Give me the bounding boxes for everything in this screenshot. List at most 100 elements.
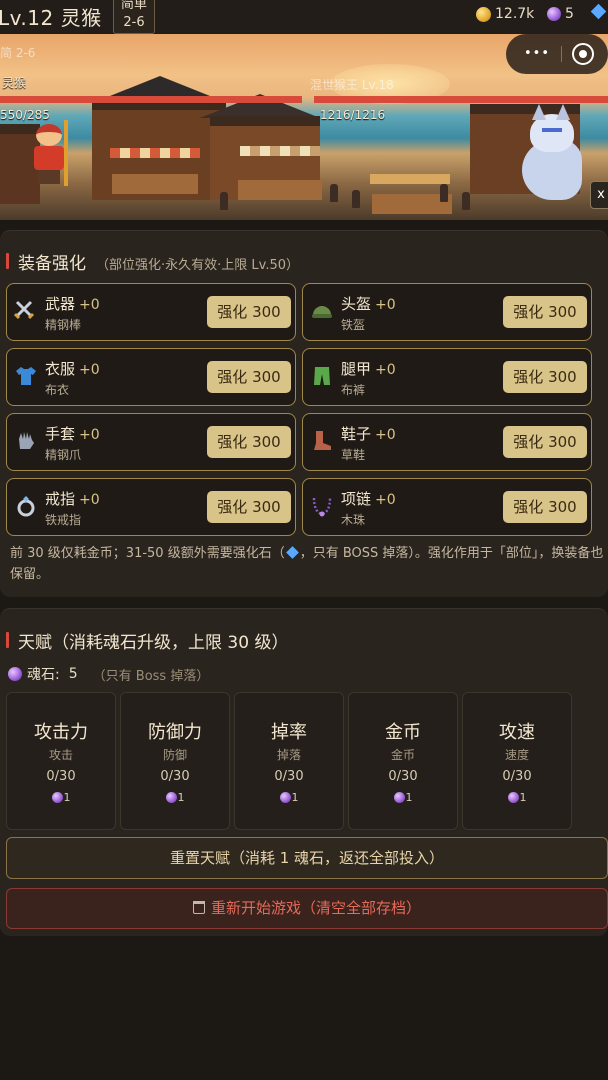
- equip-item-name: 草鞋: [341, 448, 366, 462]
- upgrade-necklace-button[interactable]: 强化 300: [503, 491, 587, 523]
- equip-slot-necklace: 项链 +0 木珠 强化 300: [302, 478, 592, 536]
- equip-slot-level: +0: [79, 362, 100, 378]
- soul-stone-hint: （只有 Boss 掉落）: [92, 668, 210, 684]
- sword-icon: [13, 298, 39, 324]
- equip-slot-name: 武器: [45, 295, 76, 313]
- upgrade-ring-button[interactable]: 强化 300: [207, 491, 291, 523]
- equip-slot-name: 衣服: [45, 360, 76, 378]
- stage-tag: 简 2-6: [0, 46, 36, 60]
- wolf-ear: [556, 104, 570, 120]
- upgrade-helmet-button[interactable]: 强化 300: [503, 296, 587, 328]
- equip-name-row: 腿甲 +0: [341, 358, 396, 379]
- talent-card-attack[interactable]: 攻击力 攻击 0/30 1: [6, 692, 116, 830]
- stage-label: 2-6: [123, 15, 145, 30]
- pants-icon: [309, 363, 335, 389]
- note-text-part1: 前 30 级仅耗金币；31-50 级额外需要强化石（: [10, 546, 285, 561]
- equip-slot-level: +0: [79, 492, 100, 508]
- upgrade-legs-button[interactable]: 强化 300: [503, 361, 587, 393]
- equipment-title-row: 装备强化 （部位强化·永久有效·上限 Lv.50）: [6, 249, 299, 274]
- talent-cost-value: 1: [405, 791, 413, 804]
- talent-card-defense[interactable]: 防御力 防御 0/30 1: [120, 692, 230, 830]
- difficulty-label: 简单: [120, 0, 147, 12]
- soul-stone-icon: [8, 667, 22, 681]
- equipment-title: 装备强化: [18, 254, 86, 274]
- stall-awning: [110, 148, 200, 158]
- upgrade-gloves-button[interactable]: 强化 300: [207, 426, 291, 458]
- upgrade-weapon-button[interactable]: 强化 300: [207, 296, 291, 328]
- restart-game-label: 重新开始游戏（清空全部存档）: [210, 899, 421, 917]
- equip-slot-level: +0: [375, 297, 396, 313]
- player-hp-bar: [0, 96, 302, 103]
- villager: [462, 192, 470, 210]
- talent-cost-value: 1: [63, 791, 71, 804]
- equip-slot-level: +0: [375, 427, 396, 443]
- talent-sub: 掉落: [276, 748, 301, 762]
- equip-slot-name: 手套: [45, 425, 76, 443]
- equipment-note: 前 30 级仅耗金币；31-50 级额外需要强化石（ ，只有 BOSS 掉落）。强…: [10, 543, 606, 585]
- talent-card-gold[interactable]: 金币 金币 0/30 1: [348, 692, 458, 830]
- restart-game-button[interactable]: 重新开始游戏（清空全部存档）: [6, 888, 608, 929]
- capsule-divider: [561, 46, 562, 62]
- talent-cost-value: 1: [519, 791, 527, 804]
- player-monkey-sprite: [28, 120, 70, 186]
- soul-stone-label: 魂石:: [27, 667, 60, 683]
- soul-stone-row: 魂石: 5 （只有 Boss 掉落）: [8, 664, 209, 684]
- battle-scene: 简 2-6 灵猴 混世猴王 Lv.18 550/285 1216/1216 ••…: [0, 34, 608, 220]
- upgrade-armor-button[interactable]: 强化 300: [207, 361, 291, 393]
- villager: [220, 192, 228, 210]
- talent-cost: 1: [235, 791, 343, 804]
- talent-name: 防御力: [148, 722, 202, 743]
- talent-name: 金币: [385, 722, 421, 743]
- equip-item-name: 布裤: [341, 383, 366, 397]
- equip-slot-armor: 衣服 +0 布衣 强化 300: [6, 348, 296, 406]
- difficulty-stage-box[interactable]: 简单 2-6: [113, 0, 155, 34]
- miniprogram-capsule[interactable]: •••: [506, 34, 608, 74]
- equip-slot-level: +0: [79, 427, 100, 443]
- equip-slot-level: +0: [79, 297, 100, 313]
- equip-slot-level: +0: [375, 492, 396, 508]
- talent-level: 0/30: [46, 769, 76, 784]
- equip-slot-name: 腿甲: [341, 360, 372, 378]
- gold-coin-icon: [476, 6, 491, 22]
- talent-card-drop-rate[interactable]: 掉率 掉落 0/30 1: [234, 692, 344, 830]
- boot-icon: [309, 428, 335, 454]
- close-button[interactable]: x: [590, 181, 608, 209]
- villager: [330, 184, 338, 202]
- more-menu-icon[interactable]: •••: [524, 46, 550, 61]
- talent-sub: 速度: [504, 748, 529, 762]
- hero-legs: [38, 170, 60, 184]
- equip-slot-legs: 腿甲 +0 布裤 强化 300: [302, 348, 592, 406]
- talent-card-attack-speed[interactable]: 攻速 速度 0/30 1: [462, 692, 572, 830]
- upgrade-boots-button[interactable]: 强化 300: [503, 426, 587, 458]
- equip-slot-boots: 鞋子 +0 草鞋 强化 300: [302, 413, 592, 471]
- glove-icon: [13, 428, 39, 454]
- equip-slot-level: +0: [375, 362, 396, 378]
- talent-sub: 金币: [390, 748, 415, 762]
- necklace-icon: [309, 493, 335, 519]
- talent-cost: 1: [121, 791, 229, 804]
- equip-item-name: 铁盔: [341, 318, 366, 332]
- gold-counter: 12.7k: [476, 6, 534, 22]
- soul-stone-icon: [279, 792, 291, 803]
- close-miniprogram-icon[interactable]: [572, 43, 594, 65]
- villager: [440, 184, 448, 202]
- equip-item-name: 布衣: [45, 383, 70, 397]
- equip-item-name: 精钢棒: [45, 318, 82, 332]
- hero-body: [34, 146, 64, 170]
- soul-stone-icon: [51, 792, 63, 803]
- reset-talent-button[interactable]: 重置天赋（消耗 1 魂石，返还全部投入）: [6, 837, 608, 879]
- equip-slot-weapon: 武器 +0 精钢棒 强化 300: [6, 283, 296, 341]
- helmet-icon: [309, 298, 335, 324]
- equip-slot-name: 鞋子: [341, 425, 372, 443]
- talent-cost: 1: [349, 791, 457, 804]
- equip-name-row: 手套 +0: [45, 423, 100, 444]
- villager: [352, 190, 360, 208]
- equip-name-row: 武器 +0: [45, 293, 100, 314]
- equip-slot-name: 项链: [341, 490, 372, 508]
- equip-slot-gloves: 手套 +0 精钢爪 强化 300: [6, 413, 296, 471]
- equipment-subtitle: （部位强化·永久有效·上限 Lv.50）: [96, 258, 299, 273]
- equip-slot-helmet: 头盔 +0 铁盔 强化 300: [302, 283, 592, 341]
- stall-awning: [370, 174, 450, 184]
- gem-icon: [590, 3, 607, 20]
- ring-icon: [13, 493, 39, 519]
